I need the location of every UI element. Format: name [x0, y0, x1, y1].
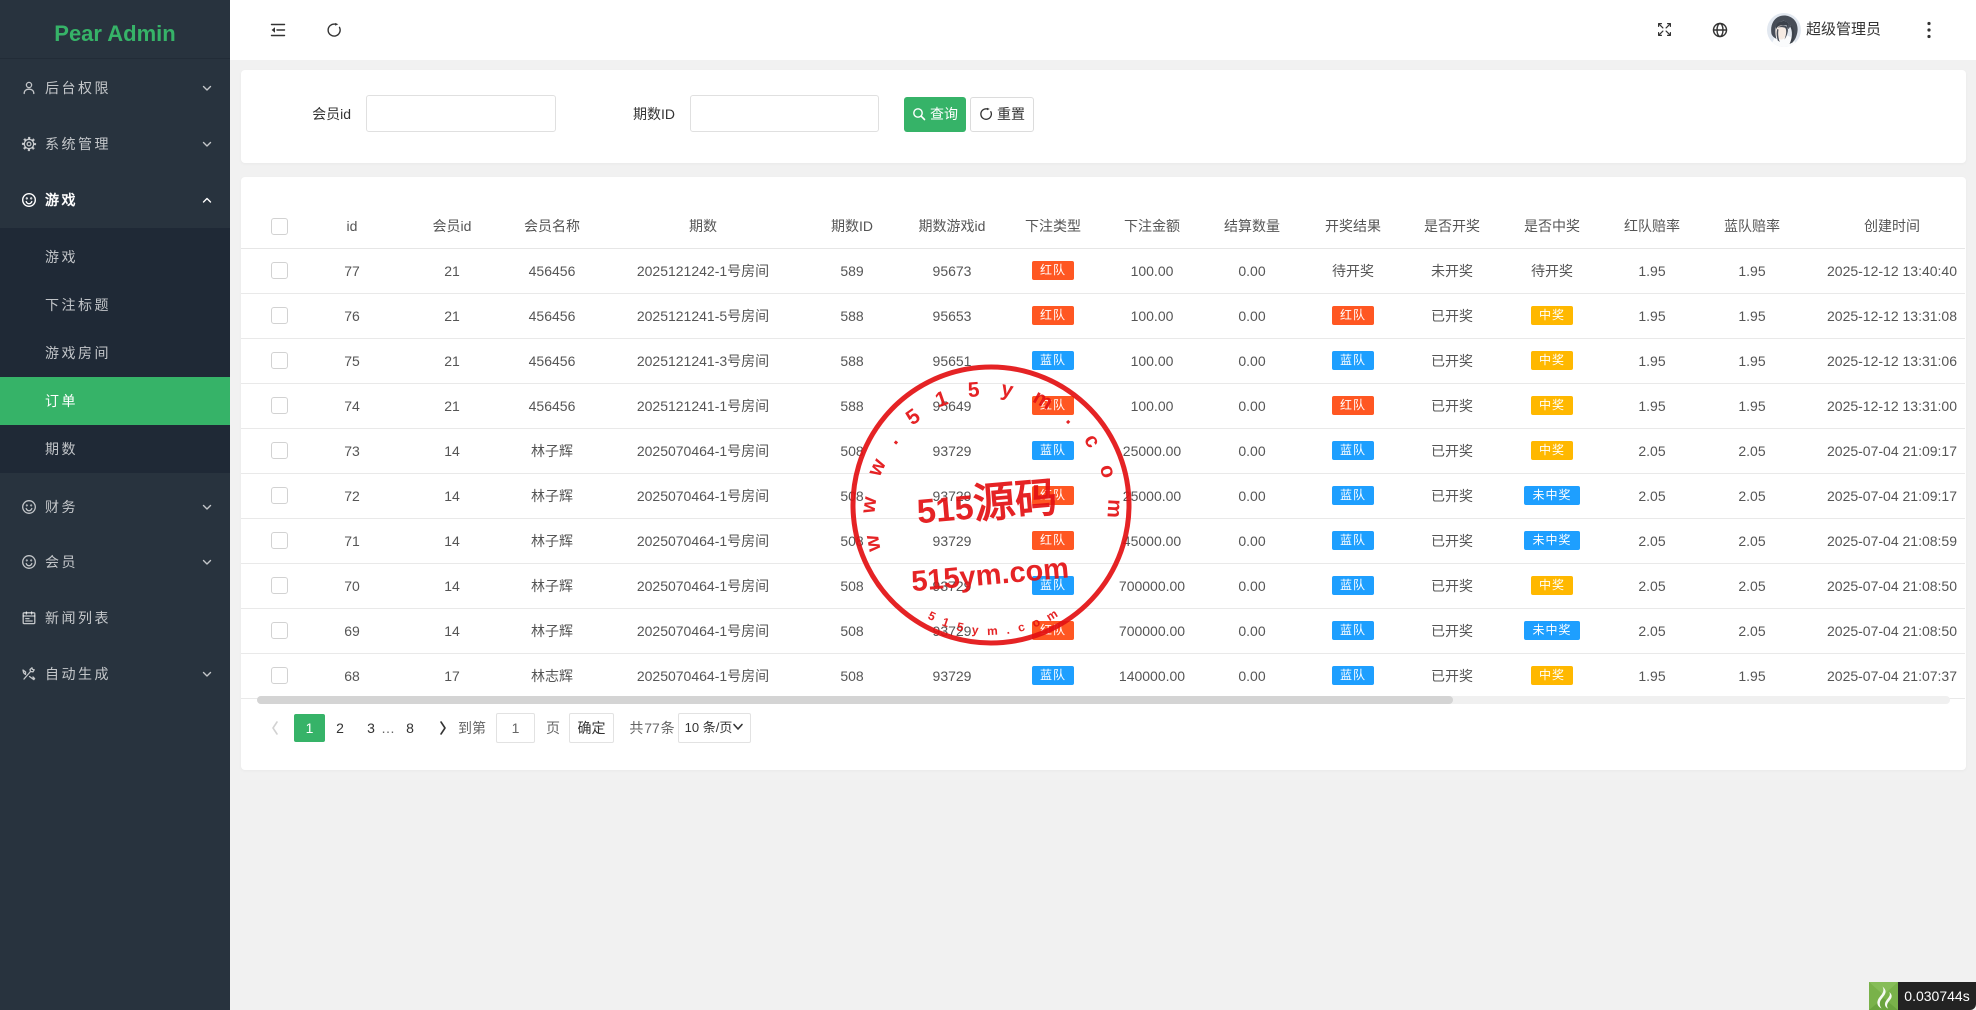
svg-text:515源码: 515源码	[915, 473, 1059, 532]
svg-text:www.515ym.com: www.515ym.com	[846, 366, 1130, 561]
svg-text:515ym.com: 515ym.com	[910, 553, 1070, 599]
